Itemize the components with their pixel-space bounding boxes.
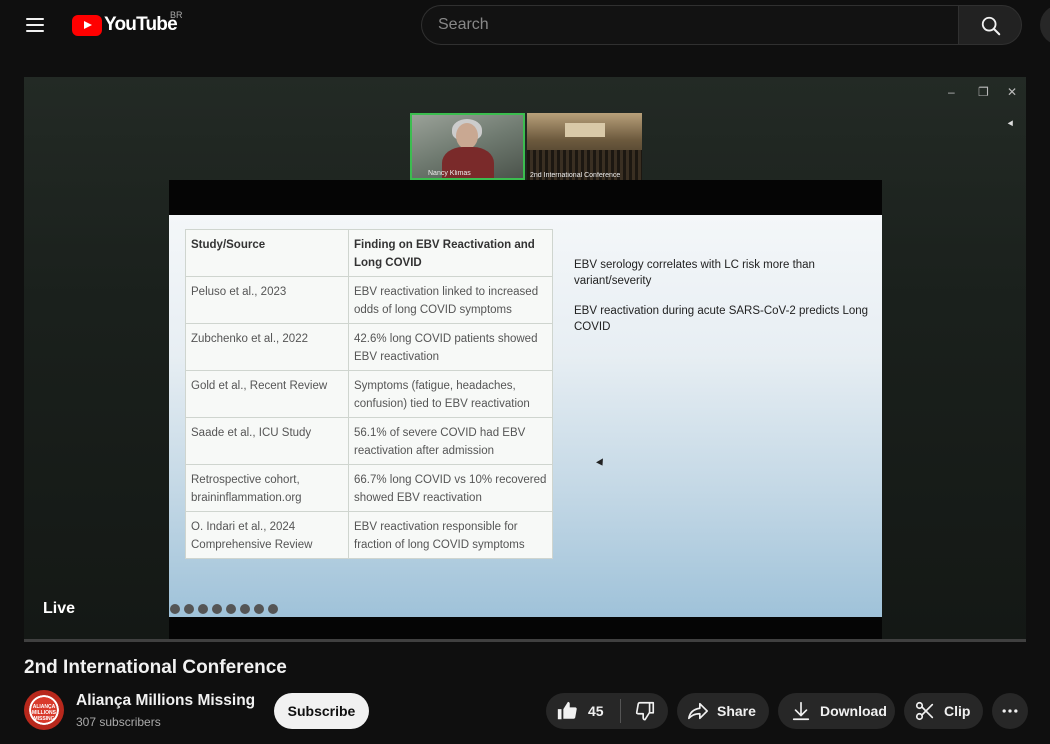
toolbar-icon — [254, 604, 264, 614]
toolbar-icon — [184, 604, 194, 614]
like-count: 45 — [588, 703, 604, 719]
top-bar: YouTube BR — [0, 0, 1050, 52]
toolbar-icon — [170, 604, 180, 614]
minimize-icon: – — [948, 85, 955, 99]
search-button[interactable] — [958, 5, 1022, 45]
subscribe-button[interactable]: Subscribe — [274, 693, 369, 729]
voice-search-button[interactable] — [1040, 5, 1050, 45]
youtube-logo[interactable]: YouTube — [72, 13, 178, 37]
toolbar-icon — [240, 604, 250, 614]
channel-name[interactable]: Aliança Millions Missing — [76, 692, 255, 710]
download-button[interactable]: Download — [778, 693, 895, 729]
table-cell: Saade et al., ICU Study — [185, 417, 349, 465]
slide-toolbar — [170, 604, 278, 614]
like-dislike-group: 45 — [546, 693, 668, 729]
more-actions-button[interactable] — [992, 693, 1028, 729]
participant-name: Nancy Klimas — [428, 170, 471, 177]
table-cell: EBV reactivation linked to increased odd… — [348, 276, 553, 324]
toolbar-icon — [268, 604, 278, 614]
toolbar-icon — [212, 604, 222, 614]
restore-icon: ❐ — [978, 85, 989, 99]
slide-note: EBV reactivation during acute SARS-CoV-2… — [574, 305, 869, 333]
table-row: Saade et al., ICU Study 56.1% of severe … — [185, 417, 553, 465]
table-cell: Peluso et al., 2023 — [185, 276, 349, 324]
participant-name: 2nd International Conference — [530, 172, 621, 179]
progress-bar[interactable] — [24, 639, 1026, 642]
presentation-slide: Study/Source Finding on EBV Reactivation… — [169, 215, 882, 617]
table-header-row: Study/Source Finding on EBV Reactivation… — [185, 229, 553, 277]
slide-notes: EBV serology correlates with LC risk mor… — [574, 257, 874, 349]
download-icon — [792, 701, 810, 721]
more-horizontal-icon — [1002, 709, 1018, 713]
table-cell: 56.1% of severe COVID had EBV reactivati… — [348, 417, 553, 465]
share-button[interactable]: Share — [677, 693, 769, 729]
thumbs-up-icon — [557, 701, 577, 720]
menu-icon[interactable] — [22, 14, 50, 38]
table-cell: 66.7% long COVID vs 10% recovered showed… — [348, 464, 553, 512]
live-badge: Live — [43, 600, 76, 617]
share-icon — [688, 702, 708, 720]
table-cell: Symptoms (fatigue, headaches, confusion)… — [348, 370, 553, 418]
slide-note: EBV serology correlates with LC risk mor… — [574, 259, 815, 287]
table-row: Zubchenko et al., 2022 42.6% long COVID … — [185, 323, 553, 371]
thumbs-down-icon — [635, 701, 654, 721]
clip-button[interactable]: Clip — [904, 693, 983, 729]
youtube-play-icon — [72, 14, 102, 36]
table-cell: O. Indari et al., 2024 Comprehensive Rev… — [185, 511, 349, 559]
table-row: Gold et al., Recent Review Symptoms (fat… — [185, 370, 553, 418]
subscriber-count: 307 subscribers — [76, 715, 161, 729]
like-button[interactable]: 45 — [546, 693, 620, 729]
table-row: Peluso et al., 2023 EBV reactivation lin… — [185, 276, 553, 324]
search-icon — [981, 16, 1001, 36]
table-header: Study/Source — [185, 229, 349, 277]
country-code: BR — [170, 10, 183, 20]
download-label: Download — [820, 703, 887, 719]
table-cell: EBV reactivation responsible for fractio… — [348, 511, 553, 559]
logo-text: YouTube — [104, 14, 178, 35]
table-cell: 42.6% long COVID patients showed EBV rea… — [348, 323, 553, 371]
scissors-icon — [915, 701, 934, 721]
search-box — [421, 5, 959, 45]
table-cell: Gold et al., Recent Review — [185, 370, 349, 418]
toolbar-icon — [198, 604, 208, 614]
avatar-logo-text: ALIANÇA MILLIONS MISSING — [32, 704, 56, 722]
participant-tile: Nancy Klimas — [410, 113, 525, 180]
close-icon: ✕ — [1007, 85, 1018, 99]
table-header: Finding on EBV Reactivation and Long COV… — [348, 229, 553, 277]
table-row: O. Indari et al., 2024 Comprehensive Rev… — [185, 511, 553, 559]
search-input[interactable] — [422, 6, 959, 44]
video-player[interactable]: – ❐ ✕ Nancy Klimas 2nd International Con… — [24, 77, 1026, 641]
participant-tile: 2nd International Conference — [527, 113, 642, 180]
video-title: 2nd International Conference — [24, 657, 287, 678]
channel-avatar[interactable]: ALIANÇA MILLIONS MISSING — [24, 690, 64, 730]
study-table: Study/Source Finding on EBV Reactivation… — [185, 229, 553, 559]
table-cell: Retrospective cohort, braininflammation.… — [185, 464, 349, 512]
dislike-button[interactable] — [621, 693, 668, 729]
table-cell: Zubchenko et al., 2022 — [185, 323, 349, 371]
table-row: Retrospective cohort, braininflammation.… — [185, 464, 553, 512]
clip-label: Clip — [944, 703, 971, 719]
share-label: Share — [717, 703, 756, 719]
toolbar-icon — [226, 604, 236, 614]
participant-strip: Nancy Klimas 2nd International Conferenc… — [410, 113, 642, 180]
